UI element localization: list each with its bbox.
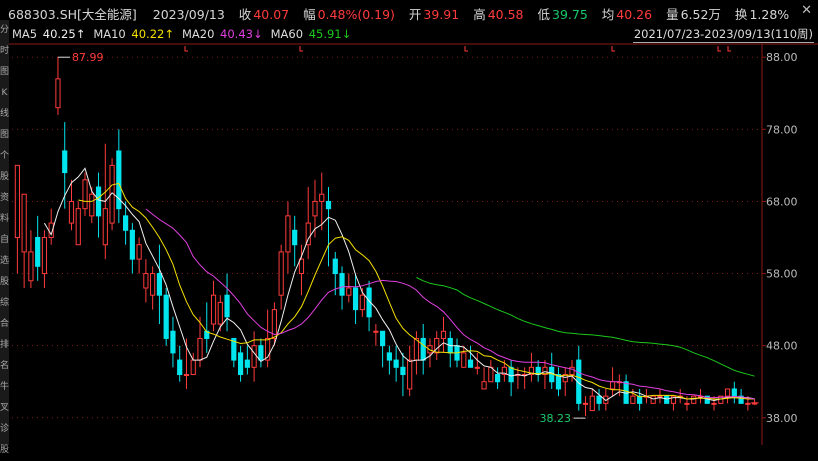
y-tick-label: 68.00 — [766, 195, 798, 208]
candle-body-up — [440, 330, 447, 339]
candle-body-down — [664, 395, 670, 404]
candle-body-up — [474, 366, 480, 369]
candle-body-down — [386, 352, 392, 361]
candle-body-up — [650, 395, 656, 404]
candle-body-up — [657, 395, 663, 398]
candle-body-down — [380, 330, 386, 347]
y-tick-label: 48.00 — [766, 340, 798, 353]
candle-body-up — [150, 273, 156, 296]
candle-body-up — [312, 200, 318, 217]
candle-body-down — [258, 345, 264, 361]
candle-body-up — [68, 200, 75, 224]
candle-body-up — [413, 337, 420, 361]
candle-body-down — [495, 374, 501, 383]
candle-body-up — [41, 237, 48, 275]
candle-body-down — [393, 359, 399, 368]
candle-body-down — [123, 215, 129, 231]
period-marker — [184, 46, 188, 52]
candle-body-up — [609, 381, 616, 390]
candle-body-down — [224, 294, 230, 318]
candle-body-down — [244, 359, 250, 368]
candle-body-up — [102, 208, 108, 246]
candle-body-down — [400, 366, 406, 376]
candle-body-down — [508, 366, 514, 383]
max-annotation: 87.99 — [72, 51, 104, 64]
candle-body-up — [190, 359, 196, 376]
candle-body-up — [298, 258, 305, 275]
candle-body-down — [332, 258, 338, 275]
candle-body-up — [488, 366, 494, 383]
candle-body-up — [589, 395, 595, 412]
candle-body-up — [21, 193, 27, 253]
candle-body-down — [731, 388, 737, 397]
period-marker — [299, 46, 303, 52]
candle-body-down — [467, 359, 474, 368]
candle-body-up — [82, 179, 88, 210]
period-marker — [464, 46, 468, 52]
candle-body-up — [359, 294, 365, 311]
candle-body-up — [285, 215, 291, 253]
candle-body-down — [129, 229, 135, 260]
candle-body-up — [136, 244, 142, 260]
y-tick-label: 58.00 — [766, 268, 798, 281]
candle-body-down — [35, 237, 41, 267]
candle-body-up — [75, 208, 81, 246]
candle-body-up — [143, 273, 149, 289]
candle-body-up — [251, 345, 257, 368]
candle-body-up — [724, 388, 731, 397]
candle-body-up — [711, 402, 717, 405]
candle-body-down — [352, 287, 359, 311]
candle-body-up — [28, 251, 34, 282]
candle-body-down — [325, 200, 332, 210]
candle-body-up — [630, 395, 636, 404]
candle-body-down — [339, 273, 345, 296]
candle-body-up — [14, 164, 20, 238]
candle-body-up — [745, 402, 751, 405]
candle-body-up — [346, 287, 352, 296]
candle-body-down — [596, 395, 602, 404]
candle-body-down — [163, 294, 169, 339]
candle-body-up — [407, 359, 413, 390]
candle-body-down — [95, 186, 102, 217]
candle-body-down — [237, 352, 244, 376]
candle-body-up — [210, 294, 217, 325]
candle-body-up — [319, 193, 325, 202]
y-tick-label: 78.00 — [766, 123, 798, 136]
ma60-line — [416, 277, 755, 377]
candle-body-up — [183, 374, 190, 377]
period-marker — [727, 46, 731, 52]
candle-body-down — [170, 330, 176, 354]
ma20-line — [145, 208, 755, 400]
candle-body-up — [217, 301, 223, 325]
y-tick-label: 38.00 — [766, 412, 798, 425]
candle-body-up — [373, 330, 379, 333]
candle-body-up — [278, 251, 284, 296]
period-marker — [717, 46, 721, 52]
candle-body-up — [582, 402, 589, 405]
y-tick-label: 88.00 — [766, 51, 798, 64]
candle-body-down — [420, 337, 426, 361]
candle-body-down — [177, 359, 183, 376]
candle-body-down — [156, 273, 163, 296]
candle-body-up — [684, 402, 690, 405]
candle-body-up — [461, 352, 467, 368]
candle-body-up — [197, 337, 203, 361]
candle-body-up — [481, 381, 487, 390]
candle-body-down — [292, 229, 298, 246]
min-annotation: 38.23 — [540, 412, 572, 425]
candle-body-down — [62, 150, 68, 174]
period-marker — [611, 46, 615, 52]
candle-body-up — [691, 395, 697, 404]
candle-body-up — [89, 193, 95, 217]
kline-chart[interactable]: 88.00 78.00 68.00 58.00 48.00 38.00 87.99 38.23 — [0, 0, 818, 445]
candle-body-up — [55, 78, 61, 109]
